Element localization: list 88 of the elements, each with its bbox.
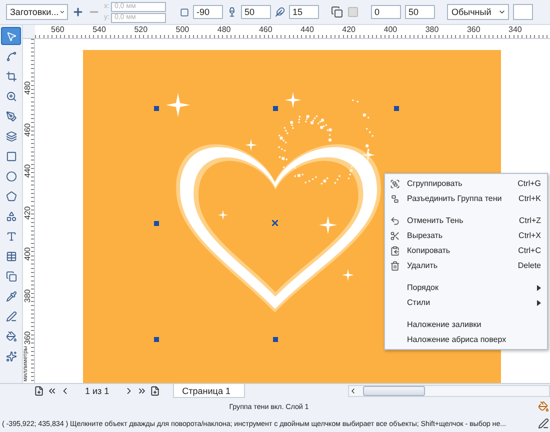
merge-mode-dropdown[interactable]: Обычный — [447, 4, 510, 20]
pointer-icon — [6, 30, 16, 42]
selection-handle[interactable] — [154, 221, 159, 226]
feather-field[interactable]: 15 — [289, 5, 320, 19]
submenu-arrow-icon — [537, 284, 541, 290]
selection-handle[interactable] — [154, 337, 159, 342]
scissors-icon — [390, 230, 400, 240]
rectangle-icon — [6, 150, 16, 162]
table-icon — [6, 250, 16, 262]
opacity-icon — [227, 7, 238, 17]
selection-handle[interactable] — [154, 106, 159, 111]
ruler-label: 480 — [217, 25, 232, 36]
ruler-label: 460 — [258, 25, 274, 36]
fade-field[interactable]: 0 — [371, 5, 402, 19]
horizontal-scrollbar[interactable] — [348, 385, 550, 397]
color-dropdown[interactable] — [513, 4, 534, 20]
ruler-label: 500 — [176, 25, 190, 36]
group-icon — [390, 178, 400, 188]
copy-icon — [390, 246, 400, 256]
first-page-icon[interactable] — [47, 386, 57, 396]
scroll-left-icon[interactable] — [349, 387, 357, 395]
ruler-label: 420 — [23, 205, 33, 220]
sparkle-icon — [6, 350, 16, 362]
ruler-label: 520 — [134, 25, 149, 36]
text-icon — [6, 230, 16, 242]
crop-icon — [6, 70, 16, 82]
menu-item[interactable]: Стили — [385, 295, 547, 310]
ruler-label: 540 — [92, 25, 107, 36]
ruler-label: 400 — [384, 25, 398, 36]
ruler-label: 360 — [23, 330, 33, 344]
selection-handle[interactable] — [273, 337, 278, 342]
menu-item[interactable]: Сгруппировать Ctrl+G — [385, 176, 547, 191]
menu-item[interactable]: Копировать Ctrl+C — [385, 243, 547, 258]
selection-handle[interactable] — [394, 106, 399, 111]
add-page-icon[interactable] — [34, 386, 44, 396]
menu-item[interactable]: Порядок — [385, 280, 547, 295]
page-tab[interactable]: Страница 1 — [173, 384, 246, 398]
ruler-label: 420 — [342, 25, 357, 36]
shadow-icon — [6, 270, 16, 282]
eyedropper-icon — [6, 290, 16, 302]
add-page-icon[interactable] — [150, 386, 160, 396]
ruler-label: 360 — [466, 25, 482, 36]
ruler-label: 560 — [51, 25, 66, 36]
ellipse-icon — [6, 170, 16, 182]
ruler-label: 440 — [23, 163, 33, 178]
pen-icon — [6, 110, 16, 122]
ruler-label: 480 — [23, 80, 33, 95]
chevron-down-icon — [58, 8, 65, 16]
menu-item[interactable]: Вырезать Ctrl+X — [385, 228, 547, 243]
ungroup-icon — [390, 194, 400, 204]
menu-item[interactable]: Наложение абриса поверх — [385, 332, 547, 347]
angle-icon — [180, 8, 190, 16]
fill-bucket-icon[interactable] — [538, 401, 548, 412]
selection-handle[interactable] — [273, 106, 278, 111]
outline-pen-icon — [6, 310, 16, 322]
menu-item[interactable]: Наложение заливки — [385, 317, 547, 332]
menu-item[interactable]: Удалить Delete — [385, 258, 547, 273]
opacity-field[interactable]: 50 — [241, 5, 272, 19]
ruler-label: 380 — [425, 25, 440, 36]
page-counter: 1 из 1 — [85, 386, 110, 396]
submenu-arrow-icon — [537, 300, 541, 306]
zoom-icon — [6, 90, 16, 102]
stack-icon — [6, 130, 16, 142]
undo-icon — [390, 216, 400, 226]
menu-item[interactable]: Отменить Тень Ctrl+Z — [385, 213, 547, 228]
add-preset-icon[interactable] — [72, 6, 84, 18]
polygon-icon — [6, 190, 16, 202]
last-page-icon[interactable] — [137, 386, 148, 396]
scroll-thumb[interactable] — [363, 386, 425, 396]
menu-item[interactable]: Разъединить Группа тени Ctrl+K — [385, 191, 547, 206]
trash-icon — [390, 260, 400, 270]
angle-field[interactable]: -90 — [193, 5, 224, 19]
ruler-label: 380 — [23, 288, 33, 303]
feather-icon — [275, 7, 286, 17]
ruler-label: 460 — [23, 122, 33, 136]
shapes-icon — [6, 210, 16, 222]
center-mark-icon — [272, 220, 278, 226]
shadow-direction-icon[interactable] — [331, 6, 344, 18]
preset-dropdown[interactable]: Заготовки... — [6, 4, 68, 20]
chevron-down-icon — [498, 8, 506, 16]
ruler-label: 440 — [300, 25, 315, 36]
pointer-tool[interactable] — [1, 27, 21, 45]
stretch-field[interactable]: 50 — [405, 5, 436, 19]
ruler-label: 340 — [508, 25, 523, 36]
ruler-label: 400 — [23, 246, 33, 261]
outline-pen-icon[interactable] — [538, 418, 548, 429]
curve-icon — [6, 50, 16, 62]
fill-bucket-icon — [6, 330, 16, 342]
